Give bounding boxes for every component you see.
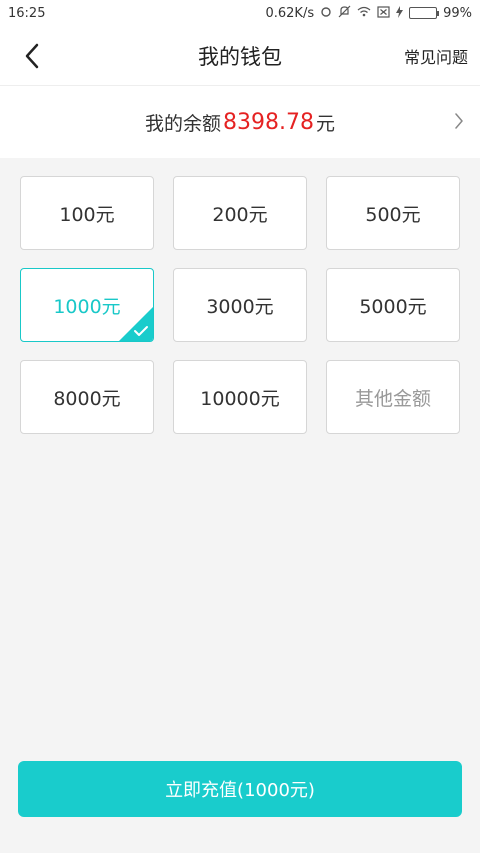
amount-option-label: 500元 [365, 203, 421, 226]
amount-option-label: 1000元 [53, 295, 121, 318]
amount-option-1000[interactable]: 1000元 [20, 268, 154, 342]
amount-option-200[interactable]: 200元 [173, 176, 307, 250]
charging-icon [396, 5, 404, 21]
amount-option-5000[interactable]: 5000元 [326, 268, 460, 342]
amount-option-label: 8000元 [53, 387, 121, 410]
sync-icon [320, 6, 332, 21]
sim-off-icon [377, 5, 390, 21]
amount-option-label: 200元 [212, 203, 268, 226]
status-time: 16:25 [8, 5, 46, 21]
amount-option-label: 其他金额 [354, 387, 431, 410]
balance-amount: 8398.78 [223, 109, 314, 135]
amount-option-500[interactable]: 500元 [326, 176, 460, 250]
amount-option-100[interactable]: 100元 [20, 176, 154, 250]
recharge-button[interactable]: 立即充值(1000元) [18, 761, 462, 817]
amount-option-label: 5000元 [359, 295, 427, 318]
battery-percent: 99% [443, 5, 472, 21]
chevron-right-icon [454, 112, 464, 135]
faq-link[interactable]: 常见问题 [404, 44, 468, 68]
mute-icon [338, 5, 351, 21]
balance-unit: 元 [315, 112, 335, 135]
page-title: 我的钱包 [198, 44, 282, 69]
status-indicators: 0.62K/s 99% [265, 5, 472, 21]
amount-options: 100元 200元 500元 1000元 3000元 5000元 8000元 1… [20, 176, 460, 434]
battery-icon [409, 7, 440, 19]
amount-option-8000[interactable]: 8000元 [20, 360, 154, 434]
wifi-icon [357, 6, 371, 20]
status-bar: 16:25 0.62K/s 99% [0, 0, 480, 26]
amount-option-label: 10000元 [200, 387, 280, 410]
balance-label: 我的余额 [144, 112, 221, 135]
amount-option-3000[interactable]: 3000元 [173, 268, 307, 342]
nav-header: 我的钱包 常见问题 [0, 26, 480, 86]
amount-option-label: 100元 [59, 203, 115, 226]
balance-row[interactable]: 我的余额 8398.78 元 [0, 86, 480, 158]
amount-option-10000[interactable]: 10000元 [173, 360, 307, 434]
chevron-left-icon [25, 43, 39, 69]
back-button[interactable] [12, 36, 52, 76]
amount-option-label: 3000元 [206, 295, 274, 318]
amount-option-other[interactable]: 其他金额 [326, 360, 460, 434]
network-speed: 0.62K/s [265, 5, 315, 21]
selected-check-icon [119, 307, 153, 341]
recharge-button-label: 立即充值(1000元) [165, 780, 315, 801]
